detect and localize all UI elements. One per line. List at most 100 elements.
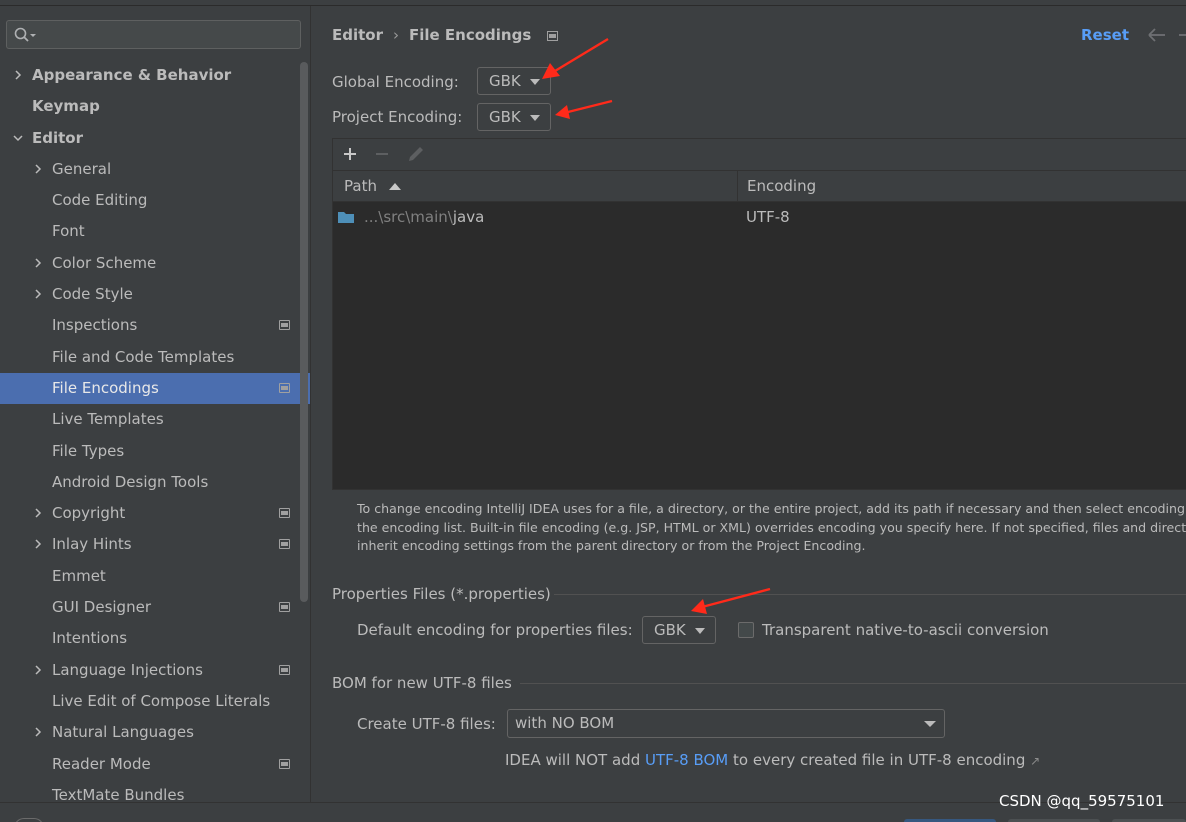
sidebar-item-reader-mode[interactable]: Reader Mode (0, 749, 310, 780)
sidebar-item-label: Emmet (52, 566, 106, 585)
chevron-right-icon[interactable] (33, 289, 43, 299)
sort-ascending-icon (388, 183, 401, 190)
sidebar-item-language-injections[interactable]: Language Injections (0, 655, 310, 686)
row-path-name: java (452, 208, 485, 226)
create-utf8-combo[interactable]: with NO BOM (507, 709, 945, 738)
table-row[interactable]: ...\src\main\java UTF-8 (333, 202, 1186, 233)
breadcrumb-separator: › (393, 26, 399, 44)
column-divider[interactable] (737, 171, 738, 202)
breadcrumb: Editor › File Encodings (332, 24, 559, 46)
add-icon[interactable] (342, 144, 358, 164)
sidebar-item-appearance-behavior[interactable]: Appearance & Behavior (0, 60, 310, 91)
annotation-arrow-icon (691, 587, 771, 614)
edit-icon[interactable] (406, 144, 426, 164)
bom-note-prefix: IDEA will NOT add (505, 751, 645, 769)
project-level-icon (279, 382, 290, 393)
utf8-bom-link[interactable]: UTF-8 BOM (645, 751, 728, 769)
sidebar-item-label: Editor (32, 128, 83, 147)
sidebar-item-label: Live Templates (52, 410, 164, 429)
help-line: the encoding list. Built-in file encodin… (357, 519, 1186, 535)
settings-search-box[interactable] (6, 20, 301, 49)
bom-section-title: BOM for new UTF-8 files (332, 674, 512, 692)
chevron-right-icon[interactable] (13, 70, 23, 80)
breadcrumb-parent[interactable]: Editor (332, 24, 383, 46)
settings-tree: Appearance & Behavior Keymap Editor General… (0, 60, 310, 802)
sidebar-item-inlay-hints[interactable]: Inlay Hints (0, 529, 310, 560)
sidebar-item-label: Android Design Tools (52, 472, 209, 491)
sidebar-item-label: TextMate Bundles (52, 785, 185, 802)
sidebar-item-color-scheme[interactable]: Color Scheme (0, 248, 310, 279)
sidebar-item-intentions[interactable]: Intentions (0, 623, 310, 654)
project-encoding-label: Project Encoding: (332, 108, 463, 126)
project-encoding-combo[interactable]: GBK (477, 103, 551, 131)
sidebar-item-live-templates[interactable]: Live Templates (0, 404, 310, 435)
sidebar-item-general[interactable]: General (0, 154, 310, 185)
project-level-icon (279, 602, 290, 613)
sidebar-item-label: Font (52, 222, 85, 241)
sidebar-item-code-editing[interactable]: Code Editing (0, 185, 310, 216)
transparent-conversion-checkbox[interactable] (738, 622, 754, 638)
sidebar-item-natural-languages[interactable]: Natural Languages (0, 717, 310, 748)
sidebar-item-emmet[interactable]: Emmet (0, 561, 310, 592)
column-header-path[interactable]: Path (344, 171, 402, 202)
chevron-right-icon[interactable] (33, 727, 43, 737)
project-level-icon (279, 758, 290, 769)
chevron-down-icon (695, 628, 705, 634)
sidebar-item-label: Keymap (32, 97, 100, 116)
table-body: ...\src\main\java UTF-8 (333, 202, 1186, 489)
sidebar-item-label: Code Editing (52, 191, 148, 210)
transparent-conversion-label[interactable]: Transparent native-to-ascii conversion (762, 620, 1049, 640)
sidebar-item-label: Reader Mode (52, 754, 151, 773)
remove-icon[interactable] (374, 144, 390, 164)
sidebar-item-font[interactable]: Font (0, 216, 310, 247)
sidebar-item-label: Inspections (52, 316, 138, 335)
sidebar-item-label: Intentions (52, 629, 128, 648)
settings-content: Editor › File Encodings Reset Global Encod… (311, 6, 1186, 802)
help-line: To change encoding IntelliJ IDEA uses fo… (357, 501, 1186, 516)
external-link-icon: ↗ (1030, 754, 1041, 768)
chevron-right-icon[interactable] (33, 508, 43, 518)
sidebar-item-label: Code Style (52, 285, 133, 304)
sidebar-item-file-and-code-templates[interactable]: File and Code Templates (0, 342, 310, 373)
default-properties-encoding-label: Default encoding for properties files: (357, 621, 633, 639)
column-header-encoding-label: Encoding (747, 177, 817, 195)
sidebar-item-label: File and Code Templates (52, 347, 235, 366)
sidebar-item-editor[interactable]: Editor (0, 123, 310, 154)
project-encoding-value: GBK (489, 108, 521, 126)
chevron-right-icon[interactable] (33, 665, 43, 675)
section-divider (520, 683, 1186, 684)
sidebar-item-code-style[interactable]: Code Style (0, 279, 310, 310)
project-level-icon (279, 664, 290, 675)
project-level-icon (279, 320, 290, 331)
row-encoding[interactable]: UTF-8 (746, 202, 790, 233)
reset-link[interactable]: Reset (1081, 24, 1129, 46)
search-input[interactable] (43, 23, 293, 46)
chevron-right-icon[interactable] (33, 258, 43, 268)
sidebar-scrollbar[interactable] (300, 62, 308, 602)
chevron-right-icon[interactable] (33, 164, 43, 174)
sidebar-item-live-edit-of-compose-literals[interactable]: Live Edit of Compose Literals (0, 686, 310, 717)
sidebar-item-textmate-bundles[interactable]: TextMate Bundles (0, 780, 310, 802)
sidebar-item-inspections[interactable]: Inspections (0, 310, 310, 341)
create-utf8-label: Create UTF-8 files: (357, 715, 496, 733)
annotation-arrow-icon (555, 99, 613, 119)
global-encoding-value: GBK (489, 72, 521, 90)
sidebar-item-keymap[interactable]: Keymap (0, 91, 310, 122)
chevron-down-icon (530, 115, 540, 121)
create-utf8-value: with NO BOM (515, 714, 615, 732)
sidebar-item-file-encodings[interactable]: File Encodings (0, 372, 310, 405)
sidebar-item-copyright[interactable]: Copyright (0, 498, 310, 529)
sidebar-item-file-types[interactable]: File Types (0, 436, 310, 467)
chevron-down-icon[interactable] (13, 133, 23, 143)
column-header-encoding[interactable]: Encoding (747, 171, 816, 202)
sidebar-item-label: Copyright (52, 504, 126, 523)
sidebar-item-gui-designer[interactable]: GUI Designer (0, 592, 310, 623)
chevron-right-icon[interactable] (33, 539, 43, 549)
bom-section: BOM for new UTF-8 files (332, 673, 1186, 693)
help-button[interactable] (14, 818, 44, 822)
bom-note-suffix: to every created file in UTF-8 encoding (728, 751, 1026, 769)
folder-icon (338, 212, 354, 223)
properties-encoding-combo[interactable]: GBK (642, 616, 716, 644)
back-arrow-icon[interactable] (1147, 26, 1186, 44)
sidebar-item-android-design-tools[interactable]: Android Design Tools (0, 467, 310, 498)
